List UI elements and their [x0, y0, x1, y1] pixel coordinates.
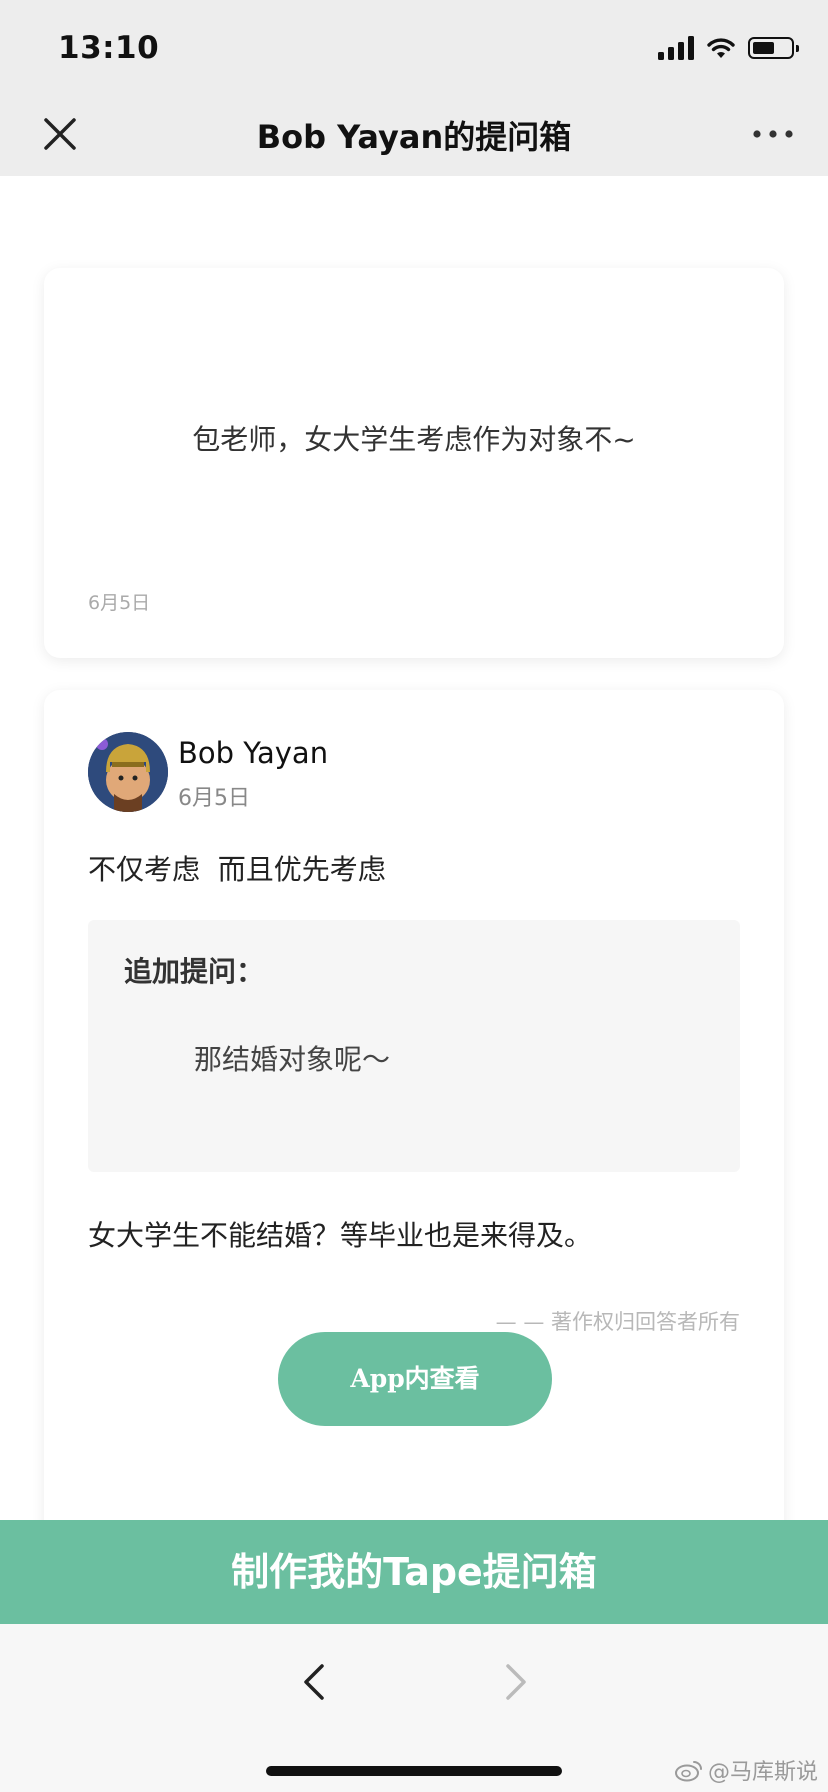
chevron-left-icon	[304, 1664, 324, 1700]
followup-box: 追加提问： 那结婚对象呢～	[88, 920, 740, 1172]
avatar[interactable]	[88, 732, 168, 812]
status-time: 13:10	[58, 30, 160, 66]
watermark: @马库斯说	[674, 1754, 818, 1786]
browser-toolbar: @马库斯说	[0, 1624, 828, 1792]
watermark-text: @马库斯说	[707, 1760, 818, 1785]
avatar-knight-icon	[88, 732, 168, 812]
forward-button[interactable]	[496, 1654, 536, 1710]
copyright-note: — — 著作权归回答者所有	[495, 1310, 740, 1334]
create-question-box-banner[interactable]: 制作我的Tape提问箱	[0, 1520, 828, 1624]
battery-icon	[748, 37, 799, 59]
more-horizontal-icon	[753, 130, 793, 138]
home-indicator[interactable]	[266, 1766, 562, 1776]
cellular-signal-icon	[658, 36, 694, 60]
author-name: Bob Yayan	[178, 736, 329, 770]
answer-text: 不仅考虑 而且优先考虑	[88, 853, 386, 886]
answer-card: Bob Yayan 6月5日 不仅考虑 而且优先考虑 追加提问： 那结婚对象呢～…	[44, 690, 784, 1570]
question-text: 包老师，女大学生考虑作为对象不~	[192, 423, 636, 456]
nav-bar: Bob Yayan的提问箱	[0, 92, 828, 176]
wifi-icon	[707, 38, 735, 58]
page-title: Bob Yayan的提问箱	[256, 118, 572, 156]
followup-answer: 女大学生不能结婚？等毕业也是来得及。	[88, 1219, 593, 1252]
chevron-right-icon	[506, 1664, 526, 1700]
weibo-icon	[674, 1761, 702, 1782]
status-bar: 13:10	[0, 0, 828, 92]
followup-question: 那结婚对象呢～	[194, 1043, 391, 1076]
status-icons	[658, 34, 799, 62]
question-date: 6月5日	[88, 592, 151, 614]
back-button[interactable]	[294, 1654, 334, 1710]
question-card: 包老师，女大学生考虑作为对象不~ 6月5日	[44, 268, 784, 658]
followup-label: 追加提问：	[124, 955, 265, 988]
view-in-app-button[interactable]: App内查看	[278, 1332, 552, 1426]
more-button[interactable]	[748, 118, 798, 150]
answer-date: 6月5日	[178, 786, 250, 811]
